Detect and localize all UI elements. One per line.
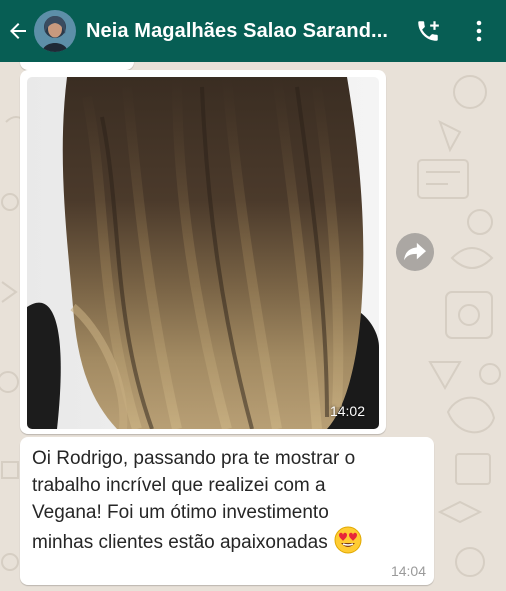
- avatar[interactable]: [34, 10, 76, 52]
- forward-arrow-icon: [404, 242, 426, 261]
- more-options-button[interactable]: [462, 0, 496, 62]
- more-vertical-icon: [476, 20, 482, 42]
- image-message-bubble[interactable]: 14:02: [20, 70, 386, 434]
- image-timestamp: 14:02: [329, 403, 365, 419]
- chat-area[interactable]: 14:02 Oi Rodrigo, passando pra te mostra…: [0, 62, 506, 591]
- back-button[interactable]: [0, 0, 36, 62]
- text-message-bubble[interactable]: Oi Rodrigo, passando pra te mostrar o tr…: [20, 437, 434, 585]
- chat-header: Neia Magalhães Salao Sarand...: [0, 0, 506, 62]
- previous-message-bubble: [20, 62, 134, 70]
- add-call-button[interactable]: [408, 0, 448, 62]
- add-call-icon: [418, 21, 439, 41]
- forward-button[interactable]: [396, 233, 434, 271]
- hair-photo[interactable]: 14:02: [27, 77, 379, 429]
- arrow-left-icon: [10, 23, 26, 39]
- message-body: Oi Rodrigo, passando pra te mostrar o tr…: [32, 448, 356, 553]
- message-text: Oi Rodrigo, passando pra te mostrar o tr…: [32, 445, 424, 562]
- contact-name[interactable]: Neia Magalhães Salao Sarand...: [86, 20, 402, 43]
- heart-eyes-emoji-icon: [334, 526, 362, 562]
- message-timestamp: 14:04: [390, 563, 426, 579]
